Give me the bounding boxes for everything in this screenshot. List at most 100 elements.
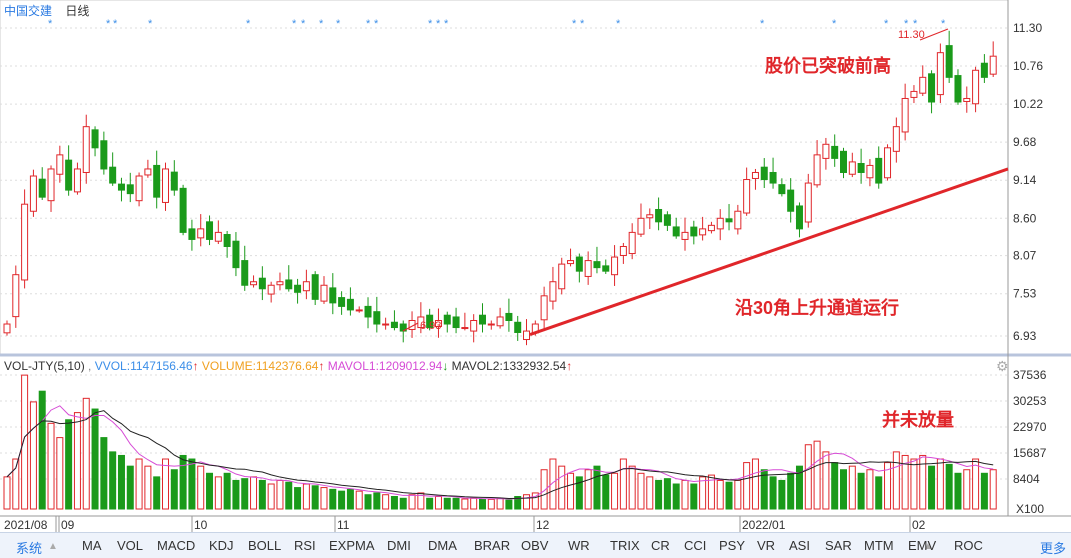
candle-up <box>144 168 152 176</box>
vol-indicator-name[interactable]: VOL-JTY(5,10) <box>4 359 85 373</box>
candle-down <box>223 234 231 247</box>
system-tab[interactable]: 系统 <box>16 538 42 557</box>
volume-bar <box>443 497 451 510</box>
candle-up <box>751 171 759 179</box>
indicator-boll[interactable]: BOLL <box>248 538 281 553</box>
candle-up <box>892 126 900 152</box>
price-tick-label: 11.30 <box>1013 21 1042 35</box>
volume-bar <box>637 472 645 510</box>
candle-down <box>505 312 513 321</box>
indicator-rsi[interactable]: RSI <box>294 538 316 553</box>
indicator-wr[interactable]: WR <box>568 538 590 553</box>
candle-up <box>73 168 81 193</box>
signal-star-icon: * <box>832 18 837 30</box>
candle-up <box>320 284 328 302</box>
candle-up <box>487 323 495 326</box>
candle-up <box>584 260 592 277</box>
volume-bar <box>56 437 64 510</box>
settings-gear-icon[interactable]: ⚙ <box>996 358 1009 375</box>
volume-bar <box>804 444 812 510</box>
volume-bar <box>223 472 231 510</box>
indicator-vol[interactable]: VOL <box>117 538 143 553</box>
triangle-up-icon[interactable]: ▲ <box>48 541 58 552</box>
indicator-dmi[interactable]: DMI <box>387 538 411 553</box>
signal-star-icon: * <box>246 18 251 30</box>
indicator-brar[interactable]: BRAR <box>474 538 510 553</box>
candle-down <box>593 261 601 269</box>
price-tick-label: 7.53 <box>1013 287 1037 301</box>
more-button[interactable]: 更多 <box>1040 538 1066 557</box>
volume-bar <box>523 494 531 510</box>
candle-up <box>901 97 909 133</box>
volume-bar <box>250 476 258 510</box>
indicator-psy[interactable]: PSY <box>719 538 745 553</box>
chart-header: 中国交建 日线 <box>4 2 89 19</box>
stock-chart[interactable]: 11.30 10.76 10.22 9.68 9.14 8.60 8.07 7.53 6.93 3… <box>0 0 1071 532</box>
indicator-expma[interactable]: EXPMA <box>329 538 375 553</box>
candle-up <box>637 217 645 235</box>
indicator-emv[interactable]: EMV <box>908 538 936 553</box>
indicator-obv[interactable]: OBV <box>521 538 548 553</box>
candle-down <box>346 298 354 311</box>
indicator-roc[interactable]: ROC <box>954 538 983 553</box>
volume-bar <box>831 462 839 510</box>
indicator-kdj[interactable]: KDJ <box>209 538 234 553</box>
candle-up <box>302 281 310 292</box>
volume-bar <box>470 497 478 510</box>
volume-bar <box>73 412 81 510</box>
volume-bar <box>82 397 90 510</box>
indicator-vr[interactable]: VR <box>757 538 775 553</box>
indicator-cr[interactable]: CR <box>651 538 670 553</box>
volume-bar <box>117 454 125 510</box>
high-price-label: 11.30 <box>898 29 925 41</box>
candle-down <box>857 162 865 173</box>
signal-star-icon: * <box>301 18 306 30</box>
indicator-ma[interactable]: MA <box>82 538 102 553</box>
candle-up <box>628 231 636 255</box>
volume-bar <box>725 481 733 510</box>
signal-star-icon: * <box>444 18 449 30</box>
volume-bar <box>496 497 504 510</box>
vvol-value: VVOL:1147156.46 <box>94 359 193 373</box>
candle-down <box>206 221 214 240</box>
candle-down <box>285 279 293 290</box>
candle-up <box>214 231 222 242</box>
indicator-asi[interactable]: ASI <box>789 538 810 553</box>
volume-bar <box>258 479 266 510</box>
time-tick-label: 09 <box>61 518 75 532</box>
signal-star-icon: * <box>106 18 111 30</box>
volume-bar <box>840 469 848 510</box>
volume-bar <box>611 472 619 510</box>
indicator-sar[interactable]: SAR <box>825 538 852 553</box>
indicator-cci[interactable]: CCI <box>684 538 706 553</box>
volume-bar <box>144 465 152 510</box>
volume-bar <box>276 479 284 510</box>
indicator-mtm[interactable]: MTM <box>864 538 894 553</box>
volume-tick-label: 37536 <box>1013 368 1047 382</box>
candle-down <box>241 260 249 286</box>
volume-bar <box>188 458 196 510</box>
volume-bar <box>892 451 900 510</box>
candle-down <box>258 277 266 290</box>
candle-up <box>681 231 689 240</box>
candle-up <box>963 97 971 102</box>
candle-down <box>311 274 319 300</box>
indicator-macd[interactable]: MACD <box>157 538 195 553</box>
indicator-trix[interactable]: TRIX <box>610 538 640 553</box>
annotation-channel: 沿30角上升通道运行 <box>735 298 900 318</box>
candle-up <box>734 210 742 230</box>
volume-bar <box>355 490 363 510</box>
candle-up <box>382 323 390 326</box>
indicator-dma[interactable]: DMA <box>428 538 457 553</box>
signal-star-icon: * <box>336 18 341 30</box>
volume-bar <box>302 483 310 510</box>
candle-up <box>21 203 29 281</box>
candle-down <box>778 184 786 195</box>
candle-down <box>514 321 522 333</box>
candle-up <box>848 161 856 175</box>
volume-bar <box>602 474 610 510</box>
candle-up <box>355 309 363 312</box>
candle-up <box>707 224 715 232</box>
volume-bar <box>699 476 707 510</box>
candle-down <box>928 73 936 103</box>
